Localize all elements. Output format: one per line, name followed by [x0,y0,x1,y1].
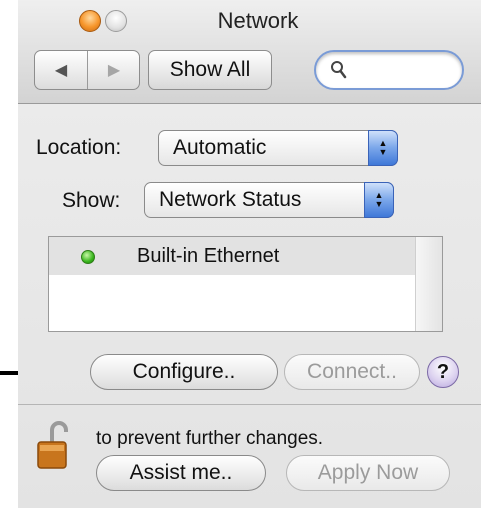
network-services-list[interactable]: Built-in Ethernet [48,236,443,332]
back-arrow-icon: ◀ [54,62,68,79]
popup-arrows-icon: ▲ ▼ [364,182,394,218]
close-button[interactable] [79,10,101,32]
show-label: Show: [62,189,121,212]
forward-button[interactable]: ▶ [88,51,139,89]
back-button[interactable]: ◀ [35,51,88,89]
forward-arrow-icon: ▶ [107,62,121,79]
search-field[interactable] [314,50,464,90]
title-bar: Network ◀ ▶ Show All [18,0,481,104]
location-value: Automatic [173,136,267,159]
network-preferences-window: Network ◀ ▶ Show All Location: Automatic… [18,0,481,508]
help-button[interactable]: ? [427,356,459,388]
location-popup[interactable]: Automatic ▲ ▼ [158,130,398,166]
search-icon [331,61,347,79]
lock-icon[interactable] [36,418,78,470]
list-item[interactable]: Built-in Ethernet [49,237,416,275]
service-name: Built-in Ethernet [137,245,280,267]
assist-me-button[interactable]: Assist me.. [96,455,266,491]
show-popup[interactable]: Network Status ▲ ▼ [144,182,394,218]
minimize-button[interactable] [105,10,127,32]
lock-message: to prevent further changes. [96,428,324,449]
configure-button[interactable]: Configure.. [90,354,278,390]
location-label: Location: [36,136,122,159]
status-indicator-icon [81,250,95,264]
back-forward-group: ◀ ▶ [34,50,140,90]
popup-arrows-icon: ▲ ▼ [368,130,398,166]
apply-now-button[interactable]: Apply Now [286,455,450,491]
show-value: Network Status [159,188,302,211]
list-scrollbar[interactable] [415,237,442,331]
section-divider [18,404,481,405]
connect-button[interactable]: Connect.. [284,354,420,390]
show-all-button[interactable]: Show All [148,50,272,90]
window-title: Network [217,8,299,33]
